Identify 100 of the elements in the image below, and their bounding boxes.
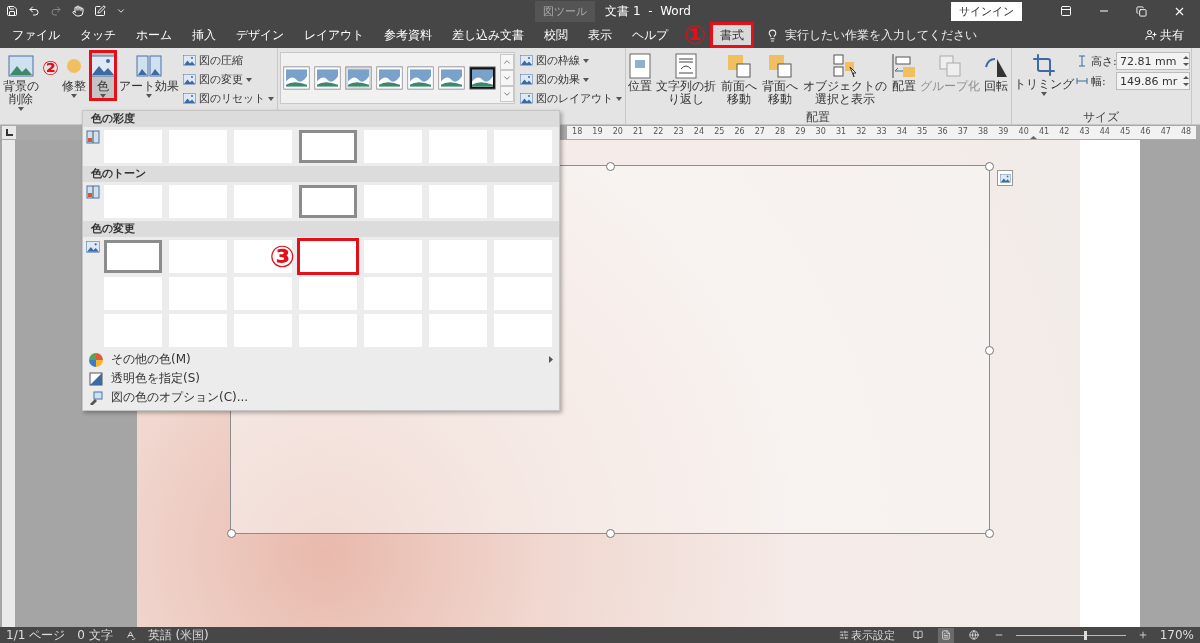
ribbon-tab[interactable]: 表示 — [578, 22, 622, 48]
ribbon-button[interactable]: 位置 — [626, 50, 653, 96]
color-preset-thumbnail[interactable] — [299, 130, 357, 163]
ribbon-button[interactable]: 図の枠線 — [517, 52, 624, 69]
scroll-down-button[interactable] — [499, 70, 514, 86]
picture-options-icon — [89, 390, 103, 405]
ruler-number: 18 — [571, 127, 584, 136]
ribbon-button[interactable]: 回転 — [981, 50, 1010, 96]
bring-forward-icon — [725, 53, 752, 79]
tab-selector-icon[interactable] — [2, 126, 16, 139]
undo-icon[interactable] — [28, 5, 40, 17]
section-header: 色の彩度 — [83, 111, 559, 127]
resize-handle[interactable] — [606, 162, 615, 171]
ruler-number: 48 — [1179, 127, 1193, 136]
tell-me-text[interactable]: 実行したい作業を入力してください — [785, 26, 977, 44]
zoom-level[interactable]: 170% — [1159, 628, 1194, 642]
menu-item[interactable]: 透明色を指定(S) — [83, 369, 559, 388]
proofing-icon[interactable] — [124, 629, 136, 641]
ribbon-button[interactable]: 図のレイアウト — [517, 90, 624, 107]
picture-icon — [8, 53, 34, 79]
language[interactable]: 英語 (米国) — [147, 626, 209, 643]
ribbon-button[interactable]: 図の効果 — [517, 71, 624, 88]
menu-item[interactable]: その他の色(M) — [83, 350, 559, 369]
layout-options-button[interactable] — [997, 170, 1013, 186]
picture-style-button[interactable] — [466, 66, 498, 90]
color-preset-thumbnail[interactable] — [299, 185, 357, 218]
picture-icon — [182, 92, 196, 105]
ribbon-button[interactable]: 文字列の折り返し — [653, 50, 718, 109]
ruler-number: 19 — [591, 127, 604, 136]
resize-handle[interactable] — [985, 529, 994, 538]
touch-mode-icon[interactable] — [72, 5, 84, 17]
ribbon-button[interactable]: 図のリセット — [180, 90, 276, 107]
crop-button[interactable]: トリミング — [1012, 50, 1075, 99]
menu-item[interactable]: 図の色のオプション(C)... — [83, 388, 559, 407]
group-icon — [936, 53, 963, 79]
ribbon-button[interactable]: アート効果 — [117, 50, 180, 101]
resize-handle[interactable] — [606, 529, 615, 538]
resize-handle[interactable] — [985, 162, 994, 171]
share-button[interactable]: 共有 — [1139, 22, 1190, 48]
ribbon-tab[interactable]: ファイル — [2, 22, 70, 48]
resize-handle[interactable] — [227, 529, 236, 538]
ruler-number: 45 — [1119, 127, 1132, 136]
ribbon-tab[interactable]: レイアウト — [294, 22, 374, 48]
ribbon-tab[interactable]: 校閲 — [534, 22, 578, 48]
picture-icon — [86, 240, 100, 254]
ruler-number: 47 — [1159, 127, 1172, 136]
context-label: 図ツール — [535, 0, 596, 22]
ribbon-button[interactable]: 図の圧縮 — [180, 52, 276, 69]
picture-icon — [135, 53, 162, 79]
ribbon-button[interactable]: 背面へ移動 — [759, 50, 800, 109]
more-button[interactable] — [499, 86, 514, 102]
ribbon-button[interactable]: 配置 — [889, 50, 918, 96]
step-number: ① — [684, 22, 706, 48]
draw-icon[interactable] — [94, 5, 106, 17]
ruler-number: 41 — [1037, 127, 1051, 136]
size-label: 幅: — [1090, 73, 1107, 89]
save-icon[interactable] — [6, 5, 18, 17]
sign-in-button[interactable]: サインイン — [951, 1, 1022, 21]
ruler-number: 29 — [794, 127, 807, 136]
spinner-icon[interactable] — [1182, 55, 1189, 67]
ribbon-tab[interactable]: 差し込み文書 — [442, 22, 534, 48]
word-count[interactable]: 0 文字 — [77, 626, 113, 643]
ribbon-tab[interactable]: デザイン — [226, 22, 294, 48]
zoom-thumb[interactable] — [1083, 630, 1087, 640]
ribbon-tab[interactable]: ヘルプ — [622, 22, 678, 48]
spinner-icon[interactable] — [1182, 75, 1189, 87]
size-field[interactable]: 149.86 mr — [1115, 72, 1190, 90]
person-add-icon — [1145, 29, 1157, 41]
ribbon-tab[interactable]: 挿入 — [182, 22, 226, 48]
ribbon-button[interactable]: 前面へ移動 — [718, 50, 759, 109]
ribbon-tab[interactable]: 参考資料 — [374, 22, 442, 48]
ribbon-button[interactable]: 図の変更 — [180, 71, 276, 88]
zoom-in-icon[interactable] — [1137, 630, 1148, 640]
ribbon-button[interactable]: 背景の削除 — [1, 50, 41, 114]
ribbon-button[interactable]: 色 — [88, 50, 117, 101]
color-wheel-icon — [89, 352, 103, 367]
ruler-number: 32 — [855, 127, 868, 136]
ribbon-tab[interactable]: タッチ — [70, 22, 126, 48]
page-icon — [628, 53, 651, 79]
ribbon-button[interactable]: オブジェクトの選択と表示 — [800, 50, 889, 109]
page-count[interactable]: 1/1 ページ — [6, 626, 66, 643]
ruler-number: 34 — [895, 127, 908, 136]
resize-handle[interactable] — [985, 345, 994, 355]
ruler-number: 42 — [1058, 127, 1071, 136]
color-preset-thumbnail[interactable] — [104, 240, 162, 273]
section-header: 色の変更 — [83, 221, 559, 237]
customize-icon[interactable] — [116, 6, 126, 16]
color-adjust-icon — [86, 130, 100, 144]
ruler-number: 35 — [916, 127, 929, 136]
ribbon-tab[interactable]: ホーム — [126, 22, 182, 48]
width-icon — [1075, 75, 1088, 87]
display-settings-button[interactable]: 表示設定 — [835, 627, 898, 643]
ribbon-tab[interactable]: 書式 — [710, 22, 754, 48]
picture-icon — [519, 73, 533, 86]
scroll-up-button[interactable] — [499, 54, 514, 70]
print-layout-button[interactable] — [937, 627, 954, 643]
redo-icon[interactable] — [50, 5, 62, 17]
picture-icon — [89, 53, 116, 79]
picture-styles-gallery[interactable] — [279, 52, 515, 104]
ribbon-button[interactable]: 修整 — [59, 50, 88, 101]
